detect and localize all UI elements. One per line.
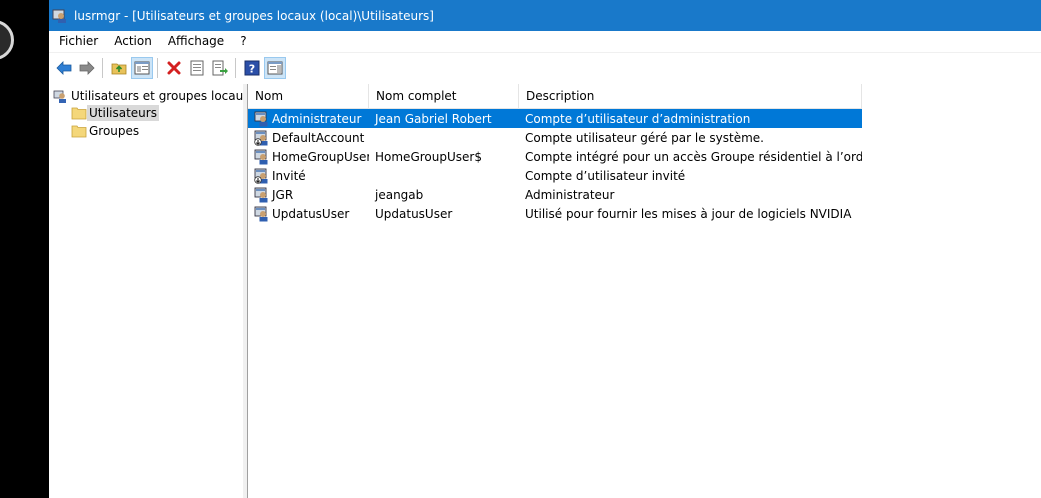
window-title: lusrmgr - [Utilisateurs et groupes locau…: [74, 8, 434, 23]
menu-help[interactable]: ?: [232, 31, 254, 52]
table-row[interactable]: UpdatusUser UpdatusUser Utilisé pour fourn…: [248, 204, 862, 223]
user-name: JGR: [272, 187, 294, 202]
user-icon: [254, 187, 268, 202]
disabled-user-icon: [254, 130, 268, 146]
tree-node-groupes[interactable]: Groupes: [71, 122, 141, 140]
cell-description: Compte utilisateur géré par le système.: [525, 130, 764, 145]
desktop-circle-icon: [0, 20, 14, 60]
table-row[interactable]: JGR jeangab Administrateur: [248, 185, 862, 204]
forward-button[interactable]: [76, 57, 98, 79]
table-row[interactable]: HomeGroupUser$ HomeGroupUser$ Compte intég…: [248, 147, 862, 166]
menu-action[interactable]: Action: [106, 31, 160, 52]
delete-icon: [167, 61, 181, 74]
menu-fichier[interactable]: Fichier: [49, 31, 106, 52]
table-row[interactable]: Administrateur Jean Gabriel Robert Compte …: [248, 109, 862, 128]
cell-nom-complet: HomeGroupUser$: [375, 149, 482, 164]
cell-nom-complet: jeangab: [375, 187, 424, 202]
user-name: DefaultAccount: [272, 130, 365, 145]
cell-nom: UpdatusUser: [248, 206, 369, 222]
column-header-description[interactable]: Description: [519, 84, 862, 109]
tree-root-label: Utilisateurs et groupes locaux (local): [71, 89, 244, 103]
cell-description: Administrateur: [525, 187, 615, 202]
properties-button[interactable]: [186, 57, 208, 79]
list-header: Nom Nom complet Description: [248, 84, 862, 109]
toolbar-separator: [157, 57, 158, 78]
tree-root-node[interactable]: Utilisateurs et groupes locaux (local): [53, 87, 244, 105]
cell-nom: Administrateur: [248, 111, 369, 127]
action-pane-icon: [267, 61, 283, 74]
user-name: Administrateur: [272, 111, 362, 126]
tree-label-groupes: Groupes: [89, 124, 140, 138]
svg-text:?: ?: [249, 62, 255, 75]
action-pane-button[interactable]: [264, 56, 286, 79]
table-row[interactable]: Invité Compte d’utilisateur invité: [248, 166, 862, 185]
cell-description: Compte intégré pour un accès Groupe rési…: [525, 149, 862, 164]
tree-pane[interactable]: Utilisateurs et groupes locaux (local) U…: [49, 84, 244, 498]
export-list-button[interactable]: [209, 57, 231, 79]
desktop-edge: [0, 0, 49, 498]
properties-icon: [190, 60, 204, 75]
menu-bar: Fichier Action Affichage ?: [49, 31, 1041, 52]
users-list: Administrateur Jean Gabriel Robert Compte …: [248, 109, 862, 223]
cell-nom: Invité: [248, 168, 369, 184]
cell-nom: HomeGroupUser$: [248, 149, 369, 165]
user-name: HomeGroupUser$: [272, 149, 369, 164]
cell-description: Utilisé pour fournir les mises à jour de…: [525, 206, 852, 221]
cell-nom-complet: Jean Gabriel Robert: [375, 111, 492, 126]
cell-nom: DefaultAccount: [248, 130, 369, 146]
users-list-pane[interactable]: Nom Nom complet Description Administrate…: [248, 84, 1041, 498]
users-groups-icon: [53, 90, 66, 103]
column-header-nom[interactable]: Nom: [248, 84, 369, 109]
help-button[interactable]: ?: [241, 57, 263, 79]
up-folder-icon: [111, 63, 127, 74]
user-icon: [254, 206, 268, 221]
user-icon: [254, 111, 268, 126]
up-level-button[interactable]: [108, 57, 130, 79]
toolbar: ?: [49, 52, 1041, 82]
tree-label-utilisateurs: Utilisateurs: [87, 105, 159, 121]
show-hide-tree-button[interactable]: [131, 56, 153, 79]
cell-nom: JGR: [248, 187, 369, 203]
back-button[interactable]: [53, 57, 75, 79]
back-arrow-icon: [56, 60, 72, 75]
cell-description: Compte d’utilisateur d’administration: [525, 111, 751, 126]
menu-affichage[interactable]: Affichage: [160, 31, 232, 52]
cell-nom-complet: UpdatusUser: [375, 206, 453, 221]
user-name: UpdatusUser: [272, 206, 350, 221]
toolbar-separator: [102, 57, 103, 78]
user-icon: [254, 149, 268, 164]
cell-description: Compte d’utilisateur invité: [525, 168, 686, 183]
lusrmgr-window: lusrmgr - [Utilisateurs et groupes locau…: [49, 0, 1041, 498]
help-icon: ?: [244, 60, 260, 75]
user-name: Invité: [272, 168, 306, 183]
show-hide-tree-icon: [134, 61, 150, 74]
title-bar[interactable]: lusrmgr - [Utilisateurs et groupes locau…: [49, 0, 1041, 31]
forward-arrow-icon: [79, 60, 95, 75]
tree-node-utilisateurs[interactable]: Utilisateurs: [71, 104, 159, 122]
lusrmgr-app-icon: [52, 9, 66, 23]
folder-icon: [71, 125, 87, 138]
folder-icon: [71, 107, 87, 120]
toolbar-separator: [235, 57, 236, 78]
table-row[interactable]: DefaultAccount Compte utilisateur géré pa…: [248, 128, 862, 147]
disabled-user-icon: [254, 168, 268, 184]
column-header-nom-complet[interactable]: Nom complet: [369, 84, 519, 109]
delete-button[interactable]: [163, 57, 185, 79]
export-list-icon: [212, 60, 228, 75]
